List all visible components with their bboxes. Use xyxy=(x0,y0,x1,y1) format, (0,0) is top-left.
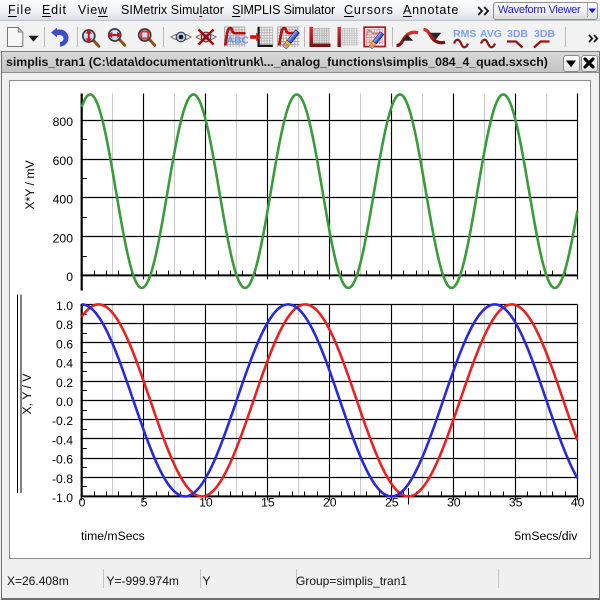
svg-text:600: 600 xyxy=(53,154,74,168)
svg-text:25: 25 xyxy=(385,495,399,509)
svg-text:-0.8: -0.8 xyxy=(52,472,73,486)
svg-text:400: 400 xyxy=(53,193,74,207)
svg-text:-0.4: -0.4 xyxy=(52,433,73,447)
svg-text:0: 0 xyxy=(79,495,86,509)
svg-text:10: 10 xyxy=(199,495,213,509)
svg-text:-0.2: -0.2 xyxy=(52,414,73,428)
svg-text:0: 0 xyxy=(66,270,73,284)
svg-text:0.6: 0.6 xyxy=(56,337,73,351)
svg-text:-1.0: -1.0 xyxy=(52,491,73,505)
svg-text:5mSecs/div: 5mSecs/div xyxy=(514,529,578,543)
svg-text:200: 200 xyxy=(53,231,74,245)
svg-text:X, Y / V: X, Y / V xyxy=(20,373,34,415)
svg-text:15: 15 xyxy=(261,495,275,509)
svg-text:1.0: 1.0 xyxy=(56,299,73,313)
svg-text:5: 5 xyxy=(141,495,148,509)
svg-text:time/mSecs: time/mSecs xyxy=(81,529,145,543)
svg-text:0.4: 0.4 xyxy=(56,357,73,371)
svg-text:40: 40 xyxy=(571,495,585,509)
svg-text:800: 800 xyxy=(53,115,74,129)
svg-text:0.2: 0.2 xyxy=(56,376,73,390)
svg-text:X*Y / mV: X*Y / mV xyxy=(23,160,37,210)
svg-text:0.8: 0.8 xyxy=(56,318,73,332)
svg-text:20: 20 xyxy=(323,495,337,509)
svg-text:-0.6: -0.6 xyxy=(52,453,73,467)
svg-text:0.0: 0.0 xyxy=(56,395,73,409)
svg-text:30: 30 xyxy=(447,495,461,509)
svg-text:35: 35 xyxy=(509,495,523,509)
